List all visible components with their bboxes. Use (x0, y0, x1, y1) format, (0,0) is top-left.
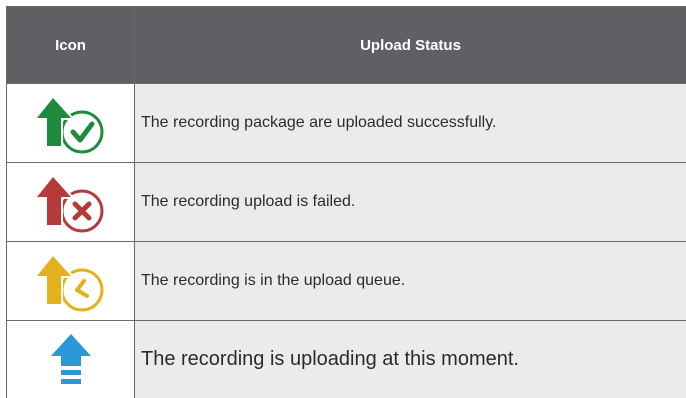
uploading-icon (48, 332, 93, 385)
header-icon: Icon (6, 6, 135, 84)
upload-queued-icon (34, 254, 103, 312)
icon-cell (6, 83, 135, 163)
icon-cell (6, 241, 135, 321)
table-row: The recording is in the upload queue. (6, 241, 686, 321)
header-upload-status: Upload Status (134, 6, 686, 84)
table-row: The recording is uploading at this momen… (6, 320, 686, 398)
status-text: The recording is uploading at this momen… (134, 320, 686, 398)
upload-success-icon (34, 96, 103, 154)
status-text: The recording package are uploaded succe… (134, 83, 686, 163)
upload-failed-icon (34, 175, 103, 233)
upload-status-table: Icon Upload Status The recording package… (6, 6, 686, 398)
icon-cell (6, 320, 135, 398)
table-row: The recording package are uploaded succe… (6, 83, 686, 163)
status-text: The recording is in the upload queue. (134, 241, 686, 321)
status-text: The recording upload is failed. (134, 162, 686, 242)
table-row: The recording upload is failed. (6, 162, 686, 242)
table-header-row: Icon Upload Status (6, 6, 686, 84)
icon-cell (6, 162, 135, 242)
